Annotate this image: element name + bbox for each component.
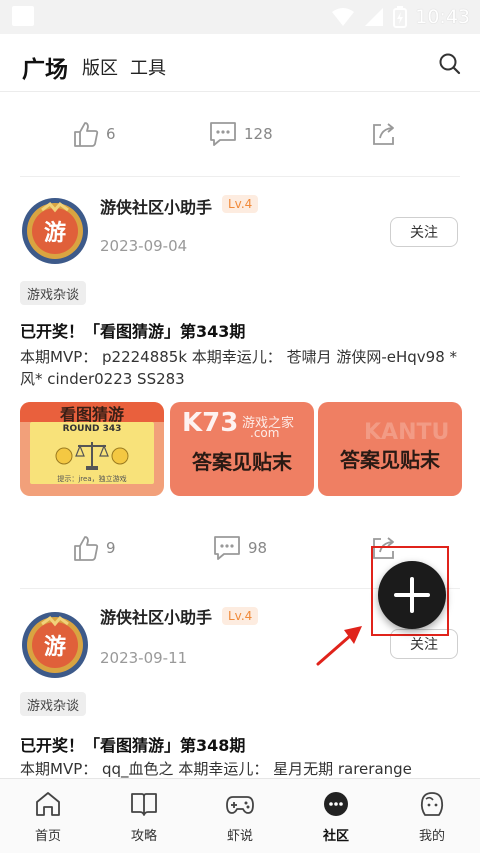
previous-post-actions: 6 128 xyxy=(0,104,480,164)
share-button[interactable] xyxy=(370,120,398,148)
post-title[interactable]: 已开奖！「看图猜游」第348期 xyxy=(20,732,245,756)
gamepad-icon xyxy=(226,796,254,814)
nav-community[interactable]: 社区 xyxy=(288,779,384,853)
image-footer: 提示：jrea，独立游戏 xyxy=(57,475,127,483)
nav-label: 首页 xyxy=(34,829,61,844)
answer-text: 答案见贴末 xyxy=(192,450,292,474)
comment-count: 128 xyxy=(244,125,273,143)
bottom-nav: 首页 攻略 虾说 社区 我的 xyxy=(0,778,480,853)
tab-sections[interactable]: 版区 xyxy=(82,54,118,80)
scale-icon xyxy=(55,442,129,470)
post-title[interactable]: 已开奖！「看图猜游」第343期 xyxy=(20,318,245,342)
comment-button[interactable]: 128 xyxy=(208,120,273,148)
author-avatar[interactable]: 游 xyxy=(20,196,90,266)
follow-button[interactable]: 关注 xyxy=(390,217,458,247)
nav-label: 攻略 xyxy=(130,829,157,844)
image-round: ROUND 343 xyxy=(62,424,122,434)
comment-count: 98 xyxy=(248,539,268,557)
feed-list[interactable]: 6 128 游 游侠社区小助手 Lv.4 2023-09-04 关注 游戏杂谈 … xyxy=(0,92,480,778)
watermark-domain: .com xyxy=(250,426,280,440)
post-tag[interactable]: 游戏杂谈 xyxy=(20,692,87,716)
plus-icon xyxy=(394,577,430,613)
comment-icon xyxy=(214,536,240,560)
post-image-3[interactable]: KANTU 答案见贴末 xyxy=(318,402,462,496)
comment-button[interactable]: 98 xyxy=(212,534,267,562)
comment-icon xyxy=(210,122,236,146)
book-icon xyxy=(131,793,157,816)
signal-icon xyxy=(365,8,384,26)
divider xyxy=(20,176,460,177)
tab-tools[interactable]: 工具 xyxy=(130,54,166,80)
battery-icon xyxy=(393,6,408,28)
level-badge: Lv.4 xyxy=(222,195,259,213)
create-post-button[interactable] xyxy=(378,561,446,629)
community-icon xyxy=(324,792,348,816)
status-bar: 10:43 xyxy=(0,0,480,34)
post-image-2[interactable]: K73 游戏之家 .com 答案见贴末 xyxy=(170,402,314,496)
post-tag[interactable]: 游戏杂谈 xyxy=(20,281,87,305)
like-button[interactable]: 6 xyxy=(72,120,116,148)
watermark-bg: KANTU xyxy=(364,420,450,445)
svg-text:游: 游 xyxy=(44,634,66,660)
post-body[interactable]: 本期MVP： p2224885k 本期幸运儿： 苍啸月 游侠网-eHqv98 *… xyxy=(20,346,465,390)
share-icon xyxy=(373,123,394,145)
answer-text: 答案见贴末 xyxy=(340,448,440,472)
wifi-icon xyxy=(332,8,355,26)
author-name[interactable]: 游侠社区小助手 xyxy=(100,194,212,218)
thumbs-up-icon xyxy=(74,122,99,147)
tab-square[interactable]: 广场 xyxy=(22,50,68,84)
nav-label: 社区 xyxy=(322,829,349,844)
top-header: 广场 版区 工具 xyxy=(0,34,480,92)
author-name[interactable]: 游侠社区小助手 xyxy=(100,604,212,628)
thumbs-up-icon xyxy=(74,536,99,561)
svg-text:游: 游 xyxy=(44,220,66,246)
nav-guides[interactable]: 攻略 xyxy=(96,779,192,853)
watermark-brand: K73 xyxy=(182,408,239,438)
search-icon[interactable] xyxy=(438,52,462,76)
nav-profile[interactable]: 我的 xyxy=(384,779,480,853)
profile-icon xyxy=(420,792,444,816)
nav-label: 我的 xyxy=(418,829,445,844)
post-image-1[interactable]: 看图猜游 ROUND 343 提示：jrea，独立游戏 xyxy=(20,402,164,496)
author-avatar[interactable]: 游 xyxy=(20,610,90,680)
nav-home[interactable]: 首页 xyxy=(0,779,96,853)
post-body[interactable]: 本期MVP： qq_血色之 本期幸运儿： 星月无期 rarerange xyxy=(20,758,465,778)
clock: 10:43 xyxy=(415,6,470,28)
post-date: 2023-09-04 xyxy=(100,237,188,255)
level-badge: Lv.4 xyxy=(222,607,259,625)
like-count: 6 xyxy=(106,125,116,143)
nav-talk[interactable]: 虾说 xyxy=(192,779,288,853)
home-icon xyxy=(36,792,60,816)
notification-icon xyxy=(12,6,34,26)
nav-label: 虾说 xyxy=(226,829,253,844)
arrow-annotation-icon xyxy=(316,626,362,666)
like-count: 9 xyxy=(106,539,116,557)
like-button[interactable]: 9 xyxy=(72,534,116,562)
post-date: 2023-09-11 xyxy=(100,649,188,667)
